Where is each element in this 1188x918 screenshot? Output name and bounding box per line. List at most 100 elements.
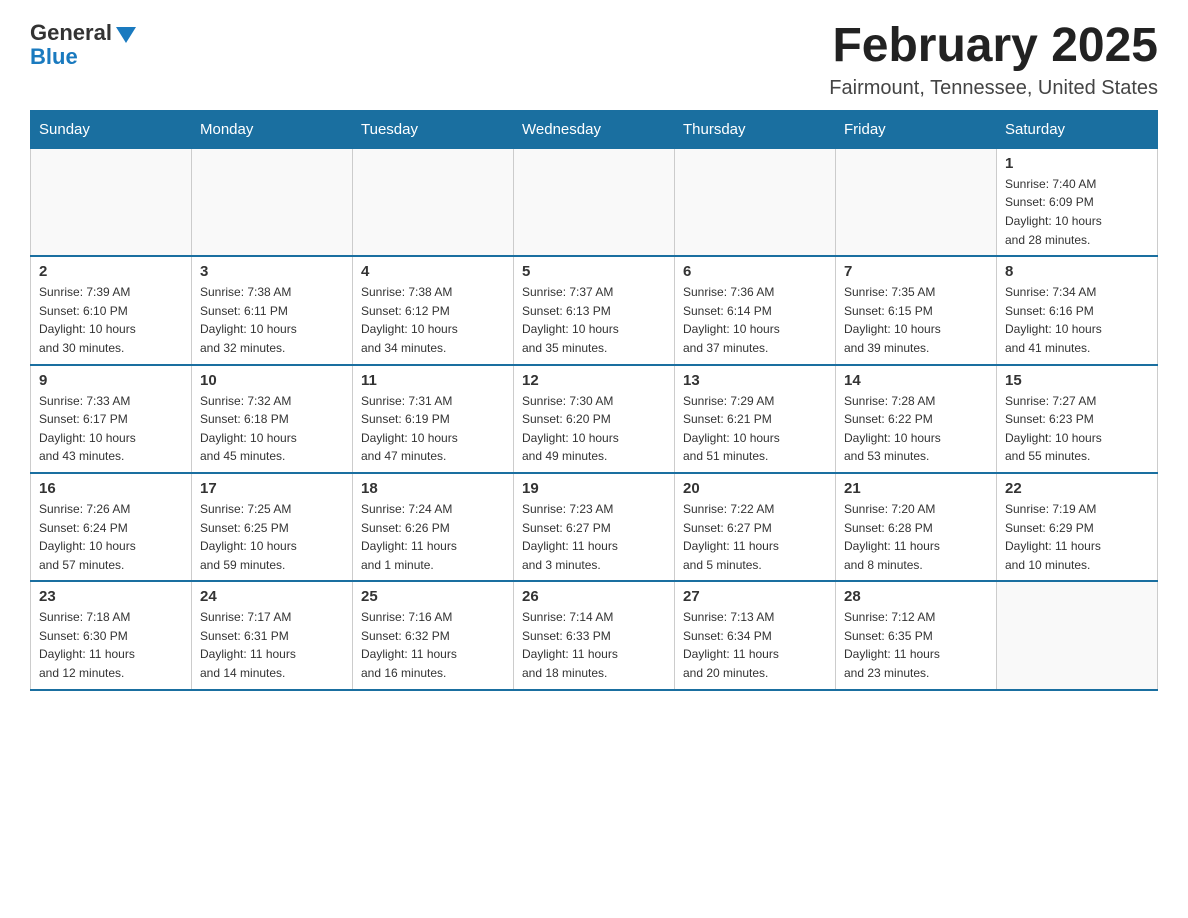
calendar-day-cell: 21Sunrise: 7:20 AM Sunset: 6:28 PM Dayli… xyxy=(836,473,997,581)
day-number: 7 xyxy=(844,263,988,280)
day-number: 8 xyxy=(1005,263,1149,280)
calendar-day-cell: 3Sunrise: 7:38 AM Sunset: 6:11 PM Daylig… xyxy=(192,256,353,364)
day-of-week-header: Tuesday xyxy=(353,110,514,148)
calendar-day-cell: 2 Sunrise: 7:39 AM Sunset: 6:10 PM Daylig… xyxy=(31,256,192,364)
calendar-day-cell xyxy=(353,148,514,256)
calendar-day-cell: 1 Sunrise: 7:40 AM Sunset: 6:09 PM Daylig… xyxy=(997,148,1158,256)
calendar-day-cell xyxy=(514,148,675,256)
calendar-day-cell: 7 Sunrise: 7:35 AM Sunset: 6:15 PM Daylig… xyxy=(836,256,997,364)
calendar-day-cell: 23Sunrise: 7:18 AM Sunset: 6:30 PM Dayli… xyxy=(31,581,192,689)
day-info: Sunrise: 7:34 AM Sunset: 6:16 PM Dayligh… xyxy=(1005,283,1149,357)
day-number: 17 xyxy=(200,480,344,497)
calendar-day-cell: 18 Sunrise: 7:24 AM Sunset: 6:26 PM Dayli… xyxy=(353,473,514,581)
calendar-day-cell: 14 Sunrise: 7:28 AM Sunset: 6:22 PM Dayli… xyxy=(836,365,997,473)
day-info: Sunrise: 7:26 AM Sunset: 6:24 PM Dayligh… xyxy=(39,500,183,574)
day-number: 24 xyxy=(200,588,344,605)
day-info: Sunrise: 7:35 AM Sunset: 6:15 PM Dayligh… xyxy=(844,283,988,357)
day-number: 20 xyxy=(683,480,827,497)
day-of-week-header: Monday xyxy=(192,110,353,148)
day-of-week-header: Friday xyxy=(836,110,997,148)
day-info: Sunrise: 7:32 AM Sunset: 6:18 PM Dayligh… xyxy=(200,392,344,466)
day-number: 10 xyxy=(200,372,344,389)
day-number: 25 xyxy=(361,588,505,605)
calendar-day-cell: 6 Sunrise: 7:36 AM Sunset: 6:14 PM Daylig… xyxy=(675,256,836,364)
calendar-day-cell: 17 Sunrise: 7:25 AM Sunset: 6:25 PM Dayli… xyxy=(192,473,353,581)
day-info: Sunrise: 7:25 AM Sunset: 6:25 PM Dayligh… xyxy=(200,500,344,574)
day-info: Sunrise: 7:31 AM Sunset: 6:19 PM Dayligh… xyxy=(361,392,505,466)
calendar-day-cell: 28 Sunrise: 7:12 AM Sunset: 6:35 PM Dayli… xyxy=(836,581,997,689)
day-info: Sunrise: 7:22 AM Sunset: 6:27 PM Dayligh… xyxy=(683,500,827,574)
day-info: Sunrise: 7:24 AM Sunset: 6:26 PM Dayligh… xyxy=(361,500,505,574)
day-number: 19 xyxy=(522,480,666,497)
calendar-table: SundayMondayTuesdayWednesdayThursdayFrid… xyxy=(30,110,1158,691)
day-number: 22 xyxy=(1005,480,1149,497)
day-info: Sunrise: 7:28 AM Sunset: 6:22 PM Dayligh… xyxy=(844,392,988,466)
day-number: 18 xyxy=(361,480,505,497)
day-info: Sunrise: 7:19 AM Sunset: 6:29 PM Dayligh… xyxy=(1005,500,1149,574)
calendar-day-cell: 20 Sunrise: 7:22 AM Sunset: 6:27 PM Dayli… xyxy=(675,473,836,581)
day-of-week-header: Wednesday xyxy=(514,110,675,148)
day-number: 27 xyxy=(683,588,827,605)
day-number: 15 xyxy=(1005,372,1149,389)
calendar-day-cell: 8 Sunrise: 7:34 AM Sunset: 6:16 PM Daylig… xyxy=(997,256,1158,364)
day-number: 28 xyxy=(844,588,988,605)
calendar-day-cell: 13 Sunrise: 7:29 AM Sunset: 6:21 PM Dayli… xyxy=(675,365,836,473)
calendar-day-cell: 27 Sunrise: 7:13 AM Sunset: 6:34 PM Dayli… xyxy=(675,581,836,689)
day-number: 21 xyxy=(844,480,988,497)
day-info: Sunrise: 7:40 AM Sunset: 6:09 PM Dayligh… xyxy=(1005,175,1149,249)
day-info: Sunrise: 7:12 AM Sunset: 6:35 PM Dayligh… xyxy=(844,608,988,682)
calendar-day-cell: 4Sunrise: 7:38 AM Sunset: 6:12 PM Daylig… xyxy=(353,256,514,364)
calendar-day-cell: 11 Sunrise: 7:31 AM Sunset: 6:19 PM Dayli… xyxy=(353,365,514,473)
calendar-day-cell: 5 Sunrise: 7:37 AM Sunset: 6:13 PM Daylig… xyxy=(514,256,675,364)
day-number: 9 xyxy=(39,372,183,389)
calendar-day-cell: 10 Sunrise: 7:32 AM Sunset: 6:18 PM Dayli… xyxy=(192,365,353,473)
day-number: 4 xyxy=(361,263,505,280)
logo: General Blue xyxy=(30,20,136,70)
calendar-week-row: 9Sunrise: 7:33 AM Sunset: 6:17 PM Daylig… xyxy=(31,365,1158,473)
calendar-day-cell: 24Sunrise: 7:17 AM Sunset: 6:31 PM Dayli… xyxy=(192,581,353,689)
calendar-day-cell xyxy=(997,581,1158,689)
day-info: Sunrise: 7:23 AM Sunset: 6:27 PM Dayligh… xyxy=(522,500,666,574)
calendar-day-cell xyxy=(836,148,997,256)
calendar-day-cell: 9Sunrise: 7:33 AM Sunset: 6:17 PM Daylig… xyxy=(31,365,192,473)
day-number: 12 xyxy=(522,372,666,389)
calendar-day-cell xyxy=(675,148,836,256)
day-number: 14 xyxy=(844,372,988,389)
calendar-day-cell: 12 Sunrise: 7:30 AM Sunset: 6:20 PM Dayli… xyxy=(514,365,675,473)
day-info: Sunrise: 7:37 AM Sunset: 6:13 PM Dayligh… xyxy=(522,283,666,357)
day-number: 13 xyxy=(683,372,827,389)
day-info: Sunrise: 7:36 AM Sunset: 6:14 PM Dayligh… xyxy=(683,283,827,357)
day-info: Sunrise: 7:39 AM Sunset: 6:10 PM Dayligh… xyxy=(39,283,183,357)
month-title: February 2025 xyxy=(829,20,1158,73)
day-info: Sunrise: 7:14 AM Sunset: 6:33 PM Dayligh… xyxy=(522,608,666,682)
calendar-day-cell: 26Sunrise: 7:14 AM Sunset: 6:33 PM Dayli… xyxy=(514,581,675,689)
day-info: Sunrise: 7:13 AM Sunset: 6:34 PM Dayligh… xyxy=(683,608,827,682)
day-number: 3 xyxy=(200,263,344,280)
day-number: 16 xyxy=(39,480,183,497)
day-of-week-header: Saturday xyxy=(997,110,1158,148)
calendar-day-cell: 16 Sunrise: 7:26 AM Sunset: 6:24 PM Dayli… xyxy=(31,473,192,581)
calendar-day-cell xyxy=(31,148,192,256)
day-info: Sunrise: 7:27 AM Sunset: 6:23 PM Dayligh… xyxy=(1005,392,1149,466)
day-info: Sunrise: 7:18 AM Sunset: 6:30 PM Dayligh… xyxy=(39,608,183,682)
location-subtitle: Fairmount, Tennessee, United States xyxy=(829,77,1158,100)
day-info: Sunrise: 7:29 AM Sunset: 6:21 PM Dayligh… xyxy=(683,392,827,466)
day-info: Sunrise: 7:30 AM Sunset: 6:20 PM Dayligh… xyxy=(522,392,666,466)
day-of-week-header: Thursday xyxy=(675,110,836,148)
day-info: Sunrise: 7:16 AM Sunset: 6:32 PM Dayligh… xyxy=(361,608,505,682)
day-number: 2 xyxy=(39,263,183,280)
logo-triangle-icon xyxy=(116,27,136,43)
calendar-week-row: 2 Sunrise: 7:39 AM Sunset: 6:10 PM Daylig… xyxy=(31,256,1158,364)
calendar-day-cell: 25 Sunrise: 7:16 AM Sunset: 6:32 PM Dayli… xyxy=(353,581,514,689)
day-number: 11 xyxy=(361,372,505,389)
calendar-week-row: 16 Sunrise: 7:26 AM Sunset: 6:24 PM Dayli… xyxy=(31,473,1158,581)
day-number: 6 xyxy=(683,263,827,280)
calendar-header-row: SundayMondayTuesdayWednesdayThursdayFrid… xyxy=(31,110,1158,148)
day-number: 1 xyxy=(1005,155,1149,172)
calendar-week-row: 1 Sunrise: 7:40 AM Sunset: 6:09 PM Daylig… xyxy=(31,148,1158,256)
logo-blue-text: Blue xyxy=(30,44,78,70)
calendar-day-cell: 19 Sunrise: 7:23 AM Sunset: 6:27 PM Dayli… xyxy=(514,473,675,581)
day-of-week-header: Sunday xyxy=(31,110,192,148)
day-number: 5 xyxy=(522,263,666,280)
calendar-day-cell: 22 Sunrise: 7:19 AM Sunset: 6:29 PM Dayli… xyxy=(997,473,1158,581)
